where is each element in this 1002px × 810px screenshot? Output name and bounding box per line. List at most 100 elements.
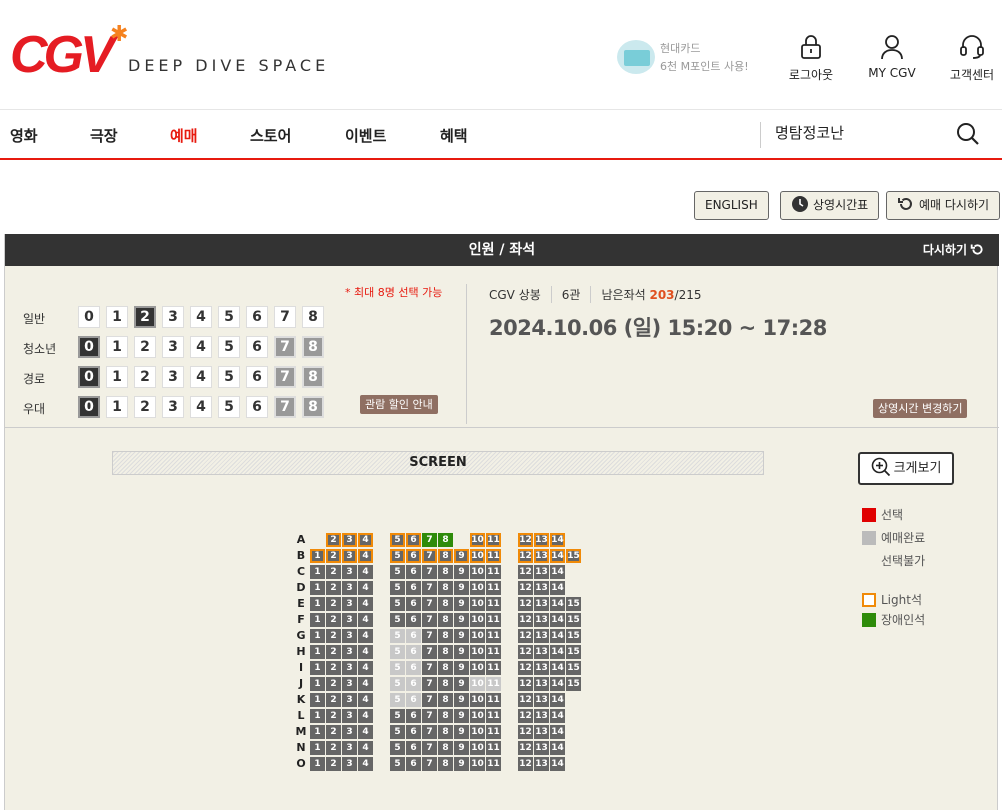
nav-booking[interactable]: 예매	[170, 125, 198, 146]
english-button[interactable]: ENGLISH	[694, 191, 769, 220]
count-option[interactable]: 1	[106, 306, 128, 328]
seat[interactable]: 2	[326, 693, 341, 707]
seat[interactable]: 4	[358, 645, 373, 659]
seat[interactable]: 1	[310, 661, 325, 675]
seat[interactable]: 5	[390, 741, 405, 755]
nav-movies[interactable]: 영화	[10, 125, 38, 146]
count-option[interactable]: 4	[190, 336, 212, 358]
seat[interactable]: 14	[550, 565, 565, 579]
seat[interactable]: 3	[342, 597, 357, 611]
seat[interactable]: 10	[470, 725, 485, 739]
count-option[interactable]: 5	[218, 306, 240, 328]
seat[interactable]: 8	[438, 613, 453, 627]
seat[interactable]: 3	[342, 661, 357, 675]
seat[interactable]: 15	[566, 597, 581, 611]
seat[interactable]: 9	[454, 661, 469, 675]
seat[interactable]: 1	[310, 709, 325, 723]
seat[interactable]: 14	[550, 741, 565, 755]
seat[interactable]: 10	[470, 629, 485, 643]
seat[interactable]: 2	[326, 549, 341, 563]
seat[interactable]: 11	[486, 597, 501, 611]
seat[interactable]: 3	[342, 565, 357, 579]
seat[interactable]: 6	[406, 725, 421, 739]
seat[interactable]: 1	[310, 597, 325, 611]
seat[interactable]: 9	[454, 597, 469, 611]
seat[interactable]: 8	[438, 565, 453, 579]
count-option[interactable]: 1	[106, 336, 128, 358]
seat[interactable]: 4	[358, 693, 373, 707]
seat[interactable]: 13	[534, 741, 549, 755]
seat[interactable]: 3	[342, 725, 357, 739]
seat[interactable]: 10	[470, 533, 485, 547]
seat[interactable]: 10	[470, 709, 485, 723]
seat[interactable]: 14	[550, 725, 565, 739]
seat[interactable]: 2	[326, 709, 341, 723]
count-option[interactable]: 0	[78, 336, 100, 358]
seat[interactable]: 7	[422, 677, 437, 691]
search-input[interactable]: 명탐정코난	[760, 122, 990, 148]
seat[interactable]: 12	[518, 709, 533, 723]
count-option[interactable]: 5	[218, 396, 240, 418]
seat[interactable]: 13	[534, 533, 549, 547]
seat[interactable]: 10	[470, 693, 485, 707]
seat[interactable]: 11	[486, 645, 501, 659]
seat[interactable]: 1	[310, 741, 325, 755]
count-option[interactable]: 2	[134, 366, 156, 388]
count-option[interactable]: 5	[218, 336, 240, 358]
seat[interactable]: 12	[518, 565, 533, 579]
count-option[interactable]: 6	[246, 336, 268, 358]
seat[interactable]: 11	[486, 741, 501, 755]
seat[interactable]: 12	[518, 533, 533, 547]
seat[interactable]: 3	[342, 741, 357, 755]
seat[interactable]: 7	[422, 629, 437, 643]
seat[interactable]: 9	[454, 709, 469, 723]
seat[interactable]: 2	[326, 661, 341, 675]
seat[interactable]: 14	[550, 549, 565, 563]
count-option[interactable]: 2	[134, 336, 156, 358]
seat[interactable]: 9	[454, 741, 469, 755]
seat[interactable]: 13	[534, 661, 549, 675]
nav-store[interactable]: 스토어	[250, 125, 291, 146]
seat[interactable]: 14	[550, 597, 565, 611]
seat[interactable]: 6	[406, 549, 421, 563]
seat[interactable]: 1	[310, 725, 325, 739]
seat[interactable]: 6	[406, 565, 421, 579]
seat[interactable]: 2	[326, 677, 341, 691]
seat[interactable]: 3	[342, 677, 357, 691]
seat[interactable]: 11	[486, 709, 501, 723]
seat[interactable]: 2	[326, 533, 341, 547]
seat[interactable]: 7	[422, 645, 437, 659]
seat[interactable]: 14	[550, 613, 565, 627]
seat[interactable]: 14	[550, 629, 565, 643]
seat[interactable]: 13	[534, 629, 549, 643]
seat[interactable]: 6	[406, 581, 421, 595]
seat[interactable]: 10	[470, 565, 485, 579]
count-option[interactable]: 8	[302, 306, 324, 328]
seat[interactable]: 3	[342, 549, 357, 563]
seat[interactable]: 5	[390, 533, 405, 547]
seat[interactable]: 15	[566, 613, 581, 627]
seat[interactable]: 6	[406, 533, 421, 547]
seat[interactable]: 8	[438, 581, 453, 595]
seat[interactable]: 9	[454, 677, 469, 691]
seat[interactable]: 4	[358, 581, 373, 595]
seat[interactable]: 15	[566, 677, 581, 691]
seat[interactable]: 7	[422, 661, 437, 675]
seat[interactable]: 9	[454, 725, 469, 739]
seat[interactable]: 10	[470, 757, 485, 771]
seat[interactable]: 13	[534, 677, 549, 691]
seat[interactable]: 11	[486, 693, 501, 707]
seat[interactable]: 9	[454, 613, 469, 627]
seat[interactable]: 13	[534, 725, 549, 739]
seat[interactable]: 3	[342, 629, 357, 643]
count-option[interactable]: 1	[106, 366, 128, 388]
support-button[interactable]: 고객센터	[937, 34, 1002, 83]
seat[interactable]: 14	[550, 661, 565, 675]
seat[interactable]: 11	[486, 725, 501, 739]
seat[interactable]: 9	[454, 693, 469, 707]
seat[interactable]: 3	[342, 757, 357, 771]
seat[interactable]: 3	[342, 581, 357, 595]
seat[interactable]: 7	[422, 757, 437, 771]
seat[interactable]: 11	[486, 661, 501, 675]
nav-benefits[interactable]: 혜택	[440, 125, 468, 146]
